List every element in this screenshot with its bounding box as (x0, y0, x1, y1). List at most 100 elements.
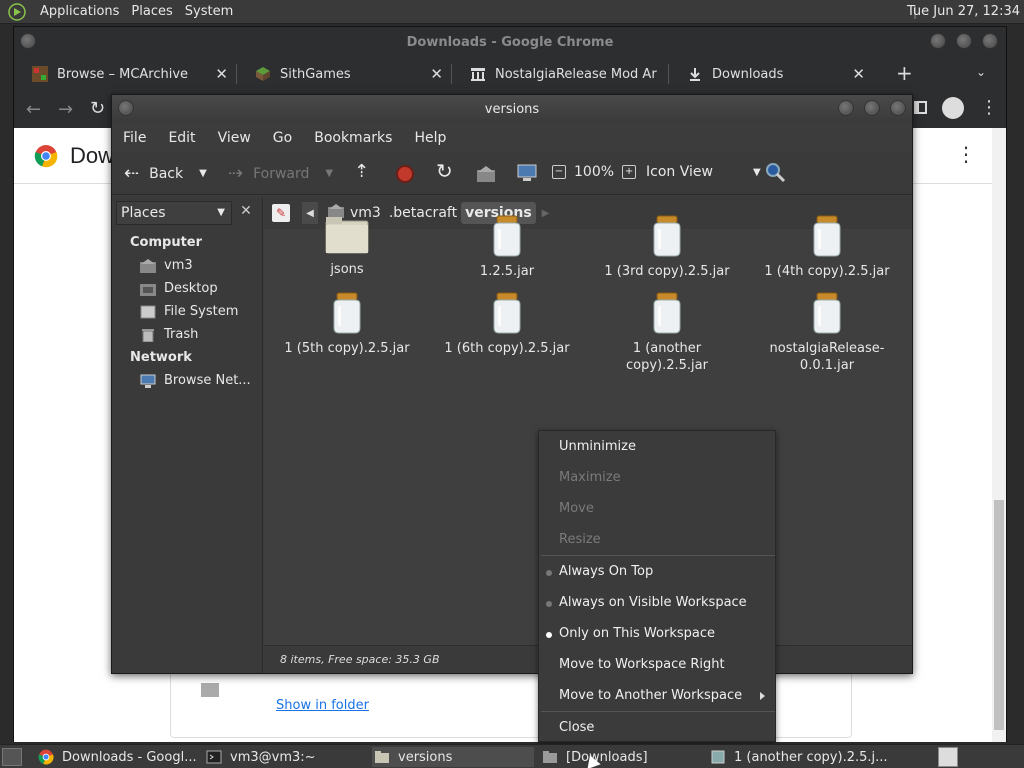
jar-file-item[interactable]: 1 (another copy).2.5.jar (592, 292, 742, 374)
view-mode-select[interactable]: Icon View ▼ (646, 164, 761, 180)
home-folder-icon[interactable] (476, 165, 496, 183)
minimize-button[interactable] (838, 100, 854, 116)
folder-icon (542, 749, 558, 765)
close-sidebar-icon[interactable]: ✕ (236, 203, 256, 223)
jar-file-item[interactable]: 1 (3rd copy).2.5.jar (592, 215, 742, 280)
menu-system[interactable]: System (179, 4, 239, 19)
task-terminal[interactable]: vm3@vm3:~ (206, 747, 366, 767)
jar-file-item[interactable]: nostalgiaRelease-0.0.1.jar (752, 292, 902, 374)
jar-file-item[interactable]: 1 (4th copy).2.5.jar (752, 215, 902, 280)
menu-item-only-on-this-workspace[interactable]: Only on This Workspace (559, 626, 715, 641)
menu-help[interactable]: Help (403, 130, 457, 146)
tab-sithgames[interactable]: SithGames ✕ (237, 59, 451, 89)
menu-file[interactable]: File (112, 130, 157, 146)
dropdown-arrow-icon[interactable]: ▼ (325, 168, 333, 179)
more-menu-icon[interactable]: ⋮ (956, 142, 976, 166)
minimize-button[interactable] (930, 33, 946, 49)
folder-item[interactable]: jsons (272, 215, 422, 278)
menu-view[interactable]: View (207, 130, 262, 146)
chrome-menu-icon[interactable]: ⋮ (980, 97, 998, 118)
drive-icon (140, 305, 156, 319)
menu-logo-icon[interactable] (6, 1, 28, 23)
forward-button[interactable]: ⇢ Forward ▼ (228, 163, 333, 184)
bottom-panel: Downloads - Googl... vm3@vm3:~ versions … (0, 744, 1024, 768)
fm-window-title: versions (484, 101, 540, 117)
menu-item-maximize[interactable]: Maximize (559, 470, 621, 485)
show-desktop-icon[interactable] (2, 748, 22, 766)
profile-avatar-icon[interactable] (942, 97, 964, 119)
computer-icon[interactable] (516, 163, 538, 183)
task-downloads-minimized[interactable]: [Downloads] (542, 747, 702, 767)
maximize-button[interactable] (864, 100, 880, 116)
stop-icon[interactable] (396, 165, 414, 183)
tab-search-chevron-icon[interactable]: ⌄ (976, 65, 986, 79)
window-menu-button[interactable] (118, 100, 134, 116)
sidebar-item-browse-network[interactable]: Browse Net... (140, 373, 251, 388)
reload-icon[interactable]: ↻ (436, 159, 453, 183)
zoom-out-icon[interactable]: − (552, 165, 566, 179)
close-tab-icon[interactable]: ✕ (852, 65, 865, 83)
fm-titlebar[interactable]: versions (112, 95, 912, 123)
jar-file-item[interactable]: 1 (5th copy).2.5.jar (272, 292, 422, 357)
zoom-in-icon[interactable]: + (622, 165, 637, 179)
workspace-switcher-icon[interactable] (938, 747, 958, 767)
task-chrome-downloads[interactable]: Downloads - Googl... (38, 747, 198, 767)
mcarchive-favicon-icon (32, 66, 48, 82)
sidebar-panel-icon[interactable] (914, 101, 927, 114)
chrome-titlebar[interactable]: Downloads - Google Chrome (14, 27, 1006, 57)
task-jar-file[interactable]: 1 (another copy).2.5.j... (710, 747, 890, 767)
menu-item-move-to-another-workspace[interactable]: Move to Another Workspace (559, 688, 742, 703)
tab-nostalgia[interactable]: NostalgiaRelease Mod Ar (452, 59, 668, 89)
menu-applications[interactable]: Applications (34, 4, 125, 19)
menu-item-resize[interactable]: Resize (559, 532, 601, 547)
sidebar-item-desktop[interactable]: Desktop (140, 281, 218, 296)
tab-mcarchive[interactable]: Browse – MCArchive ✕ (14, 59, 236, 89)
fm-toolbar: ⇠ Back ▼ ⇢ Forward ▼ ⇡ ↻ − 100% + Icon V… (112, 153, 912, 195)
dropdown-arrow-icon[interactable]: ▼ (199, 168, 207, 179)
task-versions[interactable]: versions (372, 747, 534, 767)
tab-strip: Browse – MCArchive ✕ SithGames ✕ Nostalg… (14, 57, 1006, 91)
zoom-control[interactable]: − 100% + (552, 164, 637, 180)
window-menu-button[interactable] (20, 33, 36, 49)
new-tab-icon[interactable]: + (896, 61, 913, 85)
up-arrow-icon[interactable]: ⇡ (354, 161, 369, 182)
menu-item-always-on-visible-workspace[interactable]: Always on Visible Workspace (559, 595, 747, 610)
menu-edit[interactable]: Edit (157, 130, 206, 146)
search-icon[interactable] (764, 161, 786, 183)
forward-arrow-icon[interactable]: → (58, 99, 73, 120)
file-icon (201, 683, 219, 697)
maximize-button[interactable] (956, 33, 972, 49)
show-in-folder-link[interactable]: Show in folder (276, 698, 369, 713)
menu-bookmarks[interactable]: Bookmarks (303, 130, 403, 146)
close-tab-icon[interactable]: ✕ (430, 65, 443, 83)
submenu-arrow-icon (760, 692, 765, 700)
scrollbar-thumb[interactable] (994, 500, 1004, 730)
jar-file-item[interactable]: 1.2.5.jar (432, 215, 582, 280)
sidebar-item-file-system[interactable]: File System (140, 304, 238, 319)
menu-item-always-on-top[interactable]: Always On Top (559, 564, 653, 579)
sidebar-item-trash[interactable]: Trash (140, 327, 198, 342)
clock[interactable]: Tue Jun 27, 12:34 (907, 4, 1020, 19)
sidebar-item-vm3[interactable]: vm3 (140, 258, 193, 273)
back-arrow-icon[interactable]: ← (26, 99, 41, 120)
close-button[interactable] (982, 33, 998, 49)
folder-icon (325, 217, 369, 254)
close-button[interactable] (890, 100, 906, 116)
menu-item-move[interactable]: Move (559, 501, 594, 516)
menu-go[interactable]: Go (262, 130, 303, 146)
home-folder-icon (140, 258, 156, 273)
menu-item-unminimize[interactable]: Unminimize (559, 439, 636, 454)
reload-icon[interactable]: ↻ (90, 98, 105, 119)
chrome-logo-icon (38, 749, 54, 765)
menu-places[interactable]: Places (125, 4, 178, 19)
jar-file-item[interactable]: 1 (6th copy).2.5.jar (432, 292, 582, 357)
sidebar-item-label: Browse Net... (164, 373, 251, 388)
folder-icon (374, 749, 390, 765)
menu-item-move-to-workspace-right[interactable]: Move to Workspace Right (559, 657, 725, 672)
places-combo[interactable]: Places ▼ (116, 201, 232, 225)
menu-item-close[interactable]: Close (559, 720, 594, 735)
tab-downloads[interactable]: Downloads ✕ (669, 59, 873, 89)
close-tab-icon[interactable]: ✕ (215, 65, 228, 83)
back-button[interactable]: ⇠ Back ▼ (124, 163, 207, 184)
page-scrollbar[interactable] (992, 128, 1006, 742)
